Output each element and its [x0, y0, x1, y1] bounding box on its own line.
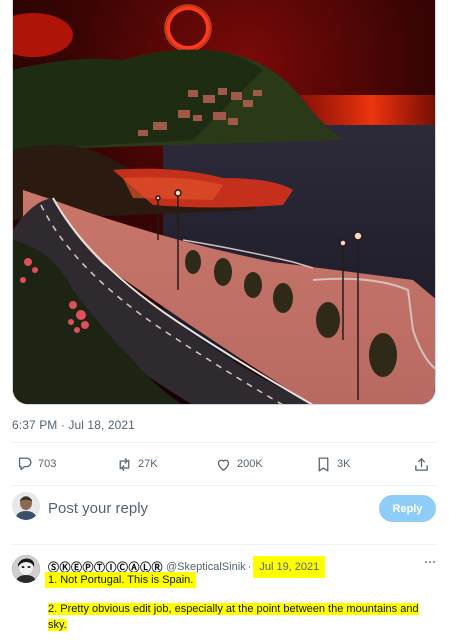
share-icon: [415, 457, 428, 471]
retweet-count: 27K: [138, 458, 158, 470]
user-avatar[interactable]: [12, 492, 40, 520]
reply-tweet[interactable]: ⓈⓀⒺⓅⓉⒾⒸⒶⓁⓇ @SkepticalSinik · Jul 19, 202…: [12, 545, 437, 641]
tweet-action-bar: 703 27K 200K 3K: [12, 448, 437, 480]
like-action[interactable]: 200K: [215, 448, 263, 480]
dot-separator: ·: [247, 561, 252, 573]
commenter-avatar[interactable]: [12, 555, 40, 583]
reply-action[interactable]: 703: [16, 448, 56, 480]
reply-composer: Post your reply Reply: [12, 486, 437, 534]
reply-icon: [18, 456, 32, 470]
share-action[interactable]: [413, 448, 430, 480]
tweet-timestamp[interactable]: 6:37 PM · Jul 18, 2021: [12, 418, 135, 432]
bookmark-count: 3K: [337, 458, 351, 470]
bookmark-icon: [318, 456, 329, 472]
divider: [12, 442, 437, 443]
avatar-image: [12, 492, 40, 520]
like-count: 200K: [237, 458, 263, 470]
heart-icon: [217, 459, 230, 471]
comment-date[interactable]: Jul 19, 2021: [253, 556, 326, 578]
comment-text-line-2-content: 2. Pretty obvious edit job, especially a…: [48, 603, 419, 631]
comment-text-line-2: 2. Pretty obvious edit job, especially a…: [45, 600, 435, 634]
retweet-icon: [119, 457, 130, 471]
reply-button[interactable]: Reply: [379, 495, 436, 522]
reply-count: 703: [38, 458, 57, 470]
commenter-avatar-image: [12, 555, 40, 583]
retweet-action[interactable]: 27K: [116, 448, 158, 480]
more-icon[interactable]: [423, 555, 437, 569]
comment-text-line-1: 1. Not Portugal. This is Spain.: [45, 572, 197, 588]
tweet-image[interactable]: [12, 0, 436, 405]
bookmark-action[interactable]: 3K: [315, 448, 350, 480]
reply-input[interactable]: Post your reply: [48, 500, 148, 517]
tweet-image-scene: [13, 0, 435, 404]
